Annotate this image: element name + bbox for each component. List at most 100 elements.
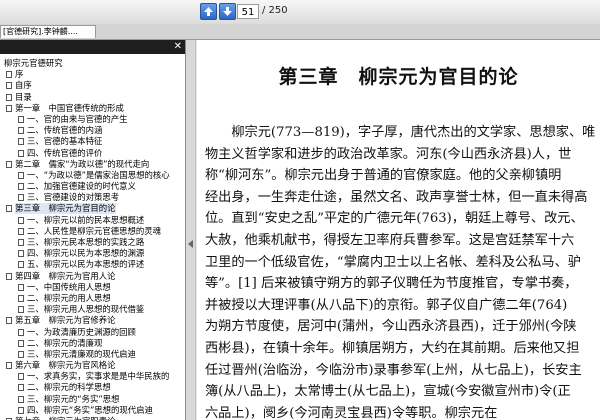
arrow-down-icon	[223, 7, 232, 16]
bookmark-label: 一、为政清廉历史渊源的回顾	[27, 326, 136, 337]
bookmark-item[interactable]: 第一章 中国官德传统的形成	[0, 102, 185, 114]
bookmark-page-icon	[18, 294, 24, 302]
bookmark-page-icon	[6, 82, 12, 90]
bookmark-label: 第四章 柳宗元为官用人论	[15, 270, 116, 281]
bookmark-item[interactable]: 二、柳宗元的用人思想	[0, 293, 185, 304]
bookmark-item[interactable]: 三、官德的基本特征	[0, 136, 185, 147]
bookmark-label: 一、“为政以德”是儒家治国思想的核心	[27, 169, 170, 180]
bookmark-item[interactable]: 四、柳宗元以民为本思想的渊源	[0, 248, 185, 259]
bookmark-label: 第一章 中国官德传统的形成	[15, 102, 124, 113]
bookmark-item[interactable]: 三、柳宗元清廉观的现代启迪	[0, 348, 185, 360]
bookmark-item[interactable]: 三、柳宗元民本思想的实践之路	[0, 237, 185, 248]
bookmark-item[interactable]: 第二章 儒家“为政以德”的现代走向	[0, 158, 185, 170]
bookmark-item[interactable]: 一、求真务实，实事求是是中华民族的	[0, 371, 185, 382]
bookmark-page-icon	[18, 171, 24, 179]
bookmark-item[interactable]: 目录	[0, 91, 185, 103]
bookmark-item[interactable]: 五、柳宗元以民为本思想的评述	[0, 259, 185, 270]
body-paragraph: 柳宗元(773—819)，字子厚，唐代杰出的文学家、思想家、唯 物主义哲学家和进步…	[205, 122, 595, 420]
bookmark-item[interactable]: 三、柳宗元用人思想的现代借鉴	[0, 304, 185, 315]
next-page-button[interactable]	[219, 3, 236, 20]
bookmark-label: 三、柳宗元清廉观的现代启迪	[27, 348, 136, 359]
bookmark-label: 四、传统官德的评价	[27, 147, 103, 158]
bookmark-item[interactable]: 二、柳宗元的科学思想	[0, 382, 185, 393]
bookmark-label: 第六章 柳宗元为官风格论	[15, 360, 116, 371]
previous-page-button[interactable]	[200, 3, 217, 20]
bookmark-label: 二、柳宗元的清廉观	[27, 337, 103, 348]
bookmark-item[interactable]: 序	[0, 69, 185, 80]
bookmark-page-icon	[18, 194, 24, 202]
text-line: 柳宗元(773—819)，字子厚，唐代杰出的文学家、思想家、唯	[205, 125, 595, 140]
bookmark-page-icon	[18, 406, 24, 414]
bookmark-item[interactable]: 三、官德建设的对策思考	[0, 192, 185, 203]
bookmark-label: 第二章 儒家“为政以德”的现代走向	[15, 158, 150, 169]
bookmark-item[interactable]: 一、“为政以德”是儒家治国思想的核心	[0, 169, 185, 181]
bookmark-item[interactable]: 四、柳宗元“务实”思想的现代启迪	[0, 404, 185, 416]
bookmark-item[interactable]: 一、中国传统用人思想	[0, 281, 185, 293]
bookmark-label: 一、中国传统用人思想	[27, 281, 111, 292]
close-sidebar-icon[interactable]: ✕	[174, 41, 182, 53]
text-line: 卫里的一个低级官佐，“掌腐内卫士以上名帐、差科及公私马、驴	[205, 254, 581, 270]
bookmark-page-icon	[6, 317, 12, 325]
text-line: 称“柳河东”。柳宗元出身于普通的官僚家庭。他的父亲柳镇明	[205, 168, 562, 184]
bookmark-label: 五、柳宗元以民为本思想的评述	[27, 259, 145, 270]
bookmark-page-icon	[6, 272, 12, 280]
bookmark-label: 二、人民性是柳宗元官德思想的灵魂	[27, 225, 161, 236]
bookmark-label: 四、柳宗元“务实”思想的现代启迪	[27, 404, 153, 415]
bookmark-page-icon	[18, 384, 24, 392]
bookmark-page-icon	[6, 104, 12, 112]
bookmark-page-icon	[18, 239, 24, 246]
bookmark-item[interactable]: 二、柳宗元的清廉观	[0, 337, 185, 349]
bookmark-label: 自序	[15, 80, 32, 91]
bookmark-tree: 柳宗元官德研究序自序 目录 第一章 中国官德传统的形成 一、官的由来与官德的产生 二、传…	[0, 58, 185, 420]
bookmark-label: 二、加强官德建设的时代意义	[27, 181, 136, 192]
document-page: 第三章 柳宗元为官目的论 柳宗元(773—819)，字子厚，唐代杰出的文学家、思…	[197, 40, 600, 420]
bookmark-item[interactable]: 一、为政清廉历史渊源的回顾	[0, 326, 185, 338]
bookmark-item[interactable]: 一、柳宗元以前的民本思想概述	[0, 215, 185, 226]
bookmark-page-icon	[6, 93, 12, 101]
text-line: 六品上)，阌乡(今河南灵宝县西)令等职。柳宗元在	[205, 405, 498, 420]
bookmark-label: 第七章 柳宗元为官职责论	[15, 416, 116, 420]
sidebar-header: ✕	[0, 40, 185, 54]
bookmark-label: 三、官德的基本特征	[27, 136, 103, 147]
bookmark-page-icon	[18, 328, 24, 336]
bookmark-item[interactable]: 第四章 柳宗元为官用人论	[0, 270, 185, 282]
bookmark-page-icon	[18, 227, 24, 235]
bookmark-page-icon	[18, 149, 24, 157]
bookmark-item[interactable]: 二、加强官德建设的时代意义	[0, 181, 185, 192]
page-number-input[interactable]: 51	[237, 4, 259, 19]
bookmark-label: 四、柳宗元以民为本思想的渊源	[27, 248, 145, 259]
bookmark-item[interactable]: 二、传统官德的内涵	[0, 125, 185, 136]
bookmark-item[interactable]: 第六章 柳宗元为官风格论	[0, 360, 185, 371]
bookmark-label: 三、官德建设的对策思考	[27, 192, 120, 203]
bookmark-item[interactable]: 三、柳宗元的“务实”思想	[0, 394, 185, 405]
bookmark-item[interactable]: 一、官的由来与官德的产生	[0, 113, 185, 125]
bookmark-page-icon	[18, 350, 24, 358]
bookmark-page-icon	[18, 183, 24, 191]
text-line: 任过晋州(治临汾，今临汾市)录事参军(上州，从七品上)，长安主	[205, 362, 582, 378]
panel-splitter[interactable]	[186, 40, 196, 420]
bookmark-item[interactable]: 第三章 柳宗元为官目的论	[0, 203, 185, 215]
collapse-arrow-icon[interactable]	[188, 240, 193, 248]
bookmark-page-icon	[18, 115, 24, 123]
bookmark-label: 二、柳宗元的科学思想	[27, 382, 111, 393]
bookmark-label: 三、柳宗元用人思想的现代借鉴	[27, 304, 145, 315]
text-line: 簿(从八品上)，太常博士(从七品上)，宣城(今安徽宣州市)令(正	[205, 384, 571, 400]
bookmark-label: 目录	[15, 91, 32, 102]
document-tab[interactable]: [官德研究].李钟麟....	[0, 25, 96, 38]
bookmark-label: 一、官的由来与官德的产生	[27, 113, 128, 124]
bookmark-item[interactable]: 四、传统官德的评价	[0, 147, 185, 159]
bookmark-page-icon	[18, 339, 24, 347]
text-line: 物主义哲学家和进步的政治改革家。河东(今山西永济县)人，世	[205, 146, 572, 162]
text-line: 为朔方节度使，居河中(蒲州，今山西永济县西)，迁于邠州(今陕	[205, 319, 577, 335]
bookmark-item[interactable]: 第七章 柳宗元为官职责论	[0, 416, 185, 420]
document-tab-bar: [官德研究].李钟麟....	[0, 24, 600, 40]
bookmark-item[interactable]: 二、人民性是柳宗元官德思想的灵魂	[0, 225, 185, 237]
bookmark-page-icon	[18, 127, 24, 135]
bookmark-item[interactable]: 柳宗元官德研究	[0, 58, 185, 69]
text-line: 经出身，一生奔走仕途，虽然文名、政声享誉士林，但一直未得高	[205, 189, 588, 205]
bookmark-item[interactable]: 第五章 柳宗元为官修养论	[0, 315, 185, 326]
bookmark-page-icon	[18, 261, 24, 269]
bookmark-item[interactable]: 自序	[0, 80, 185, 91]
bookmark-page-icon	[18, 373, 24, 381]
text-line: 大赦，他乘机献书，得授左卫率府兵曹参军。这是宫廷禁军十六	[205, 232, 575, 248]
